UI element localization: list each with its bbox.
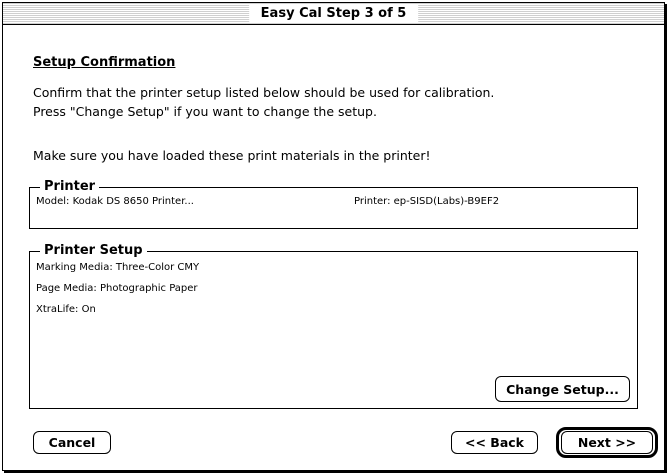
- page-media-text: Page Media: Photographic Paper: [36, 283, 198, 294]
- intro-text-line-1: Confirm that the printer setup listed be…: [33, 85, 495, 100]
- change-setup-button[interactable]: Change Setup...: [495, 376, 630, 402]
- instruction-text: Make sure you have loaded these print ma…: [33, 148, 431, 163]
- printer-model-text: Model: Kodak DS 8650 Printer...: [36, 196, 194, 207]
- printer-group-label: Printer: [40, 179, 100, 194]
- printer-name-text: Printer: ep-SISD(Labs)-B9EF2: [354, 196, 500, 207]
- intro-text-line-2: Press "Change Setup" if you want to chan…: [33, 104, 377, 119]
- printer-group: Printer Model: Kodak DS 8650 Printer... …: [29, 179, 638, 229]
- cancel-button[interactable]: Cancel: [33, 431, 111, 454]
- section-heading: Setup Confirmation: [33, 55, 176, 70]
- next-button[interactable]: Next >>: [561, 431, 653, 454]
- back-button[interactable]: << Back: [451, 431, 538, 454]
- printer-setup-group-label: Printer Setup: [40, 243, 147, 258]
- xtralife-text: XtraLife: On: [36, 304, 96, 315]
- dialog-window: Easy Cal Step 3 of 5 Setup Confirmation …: [2, 2, 665, 471]
- title-bar[interactable]: Easy Cal Step 3 of 5: [3, 3, 664, 25]
- printer-setup-group: Printer Setup Marking Media: Three-Color…: [29, 243, 638, 409]
- marking-media-text: Marking Media: Three-Color CMY: [36, 262, 200, 273]
- window-title: Easy Cal Step 3 of 5: [248, 4, 419, 23]
